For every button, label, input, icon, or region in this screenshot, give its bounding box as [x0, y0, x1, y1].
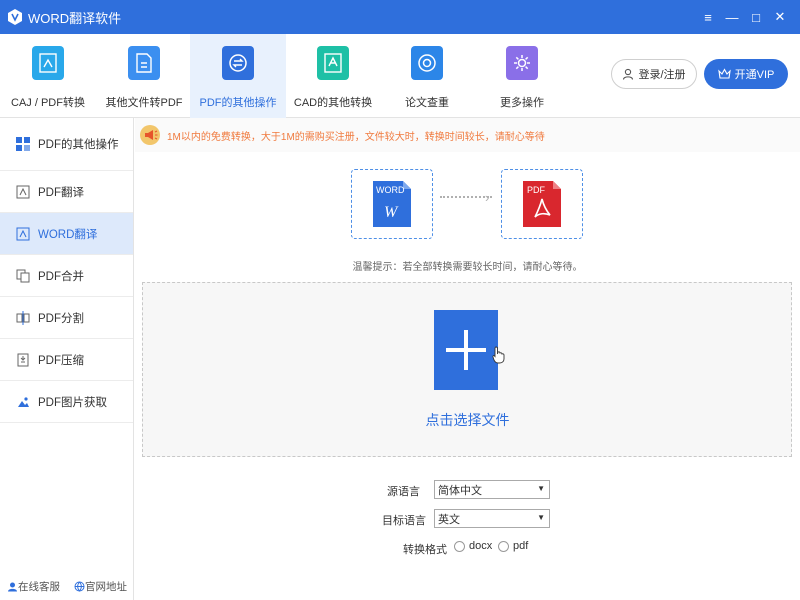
pdf-image-icon [16, 395, 30, 409]
tool-file-to-pdf[interactable]: 其他文件转PDF [96, 34, 192, 118]
hint-text: 温馨提示：若全部转换需要较长时间，请耐心等待。 [352, 262, 583, 273]
notice-text: 1M以内的免费转换，大于1M的需购买注册，文件较大时，转换时间较长，请耐心等待 [167, 131, 545, 143]
format-option-label: docx [469, 540, 493, 552]
target-language-select[interactable]: 英文 ▼ [434, 509, 550, 528]
title-bar: WORD翻译软件 ≡ — □ ✕ [0, 0, 800, 34]
user-icon [623, 68, 634, 80]
format-radio-docx[interactable]: docx [454, 540, 492, 552]
format-radio-pdf[interactable]: pdf [498, 540, 528, 552]
website-label: 官网地址 [85, 581, 127, 593]
word-file-icon: WORD W [373, 181, 411, 227]
sidebar-item-label: PDF翻译 [38, 186, 84, 199]
word-file-label: WORD [376, 185, 405, 195]
dropdown-arrow-icon: ▼ [537, 484, 545, 493]
tool-label: PDF的其他操作 [199, 97, 277, 109]
source-language-value: 简体中文 [438, 484, 482, 497]
crown-icon [717, 68, 731, 79]
tool-pdf-operations[interactable]: PDF的其他操作 [190, 34, 286, 118]
tool-caj-pdf[interactable]: CAJ / PDF转换 [0, 34, 96, 118]
sidebar-item-pdf-image[interactable]: PDF图片获取 [0, 381, 133, 423]
sidebar-item-pdf-split[interactable]: PDF分割 [0, 297, 133, 339]
sidebar-item-label: PDF分割 [38, 312, 84, 325]
radio-button [498, 540, 509, 552]
tool-label: 论文查重 [405, 97, 449, 109]
plus-icon [446, 330, 486, 370]
hand-cursor-icon [492, 346, 505, 364]
pdf-merge-icon [16, 269, 30, 283]
minimize-icon[interactable]: — [720, 10, 744, 25]
target-format-box: PDF [501, 169, 583, 239]
file-to-pdf-icon [128, 46, 160, 80]
sidebar-item-word-translate[interactable]: WORD翻译 [0, 213, 133, 255]
word-translate-icon [16, 227, 30, 241]
select-file-link[interactable]: 点击选择文件 [135, 410, 800, 430]
source-language-select[interactable]: 简体中文 ▼ [434, 480, 550, 499]
sidebar-item-label: PDF的其他操作 [38, 139, 119, 151]
pdf-file-label: PDF [527, 185, 546, 195]
pdf-translate-icon [16, 185, 30, 199]
source-format-box: WORD W [351, 169, 433, 239]
tool-label: 其他文件转PDF [105, 97, 183, 109]
target-language-label: 目标语言 [382, 515, 426, 527]
format-label: 转换格式 [403, 544, 447, 556]
close-icon[interactable]: ✕ [768, 9, 792, 25]
megaphone-icon [140, 125, 160, 145]
target-language-value: 英文 [438, 513, 460, 526]
tool-label: CAJ / PDF转换 [11, 97, 85, 109]
sidebar-item-label: PDF合并 [38, 270, 84, 283]
format-option-label: pdf [513, 540, 529, 552]
sidebar-item-pdf-compress[interactable]: PDF压缩 [0, 339, 133, 381]
app-logo-icon [8, 9, 22, 25]
globe-icon [74, 581, 85, 592]
radio-button [454, 540, 465, 552]
sidebar-item-label: PDF图片获取 [38, 396, 107, 409]
add-file-button[interactable] [434, 310, 505, 390]
vip-label: 开通VIP [734, 69, 775, 81]
sidebar-item-pdf-translate[interactable]: PDF翻译 [0, 171, 133, 213]
sidebar-footer: 在线客服 官网地址 [0, 579, 134, 594]
tool-cad-convert[interactable]: CAD的其他转换 [285, 34, 381, 118]
app-title: WORD翻译软件 [28, 10, 122, 26]
online-service-link[interactable]: 在线客服 [7, 579, 60, 594]
login-register-button[interactable]: 登录/注册 [611, 59, 697, 89]
caj-pdf-convert-icon [32, 46, 64, 80]
login-label: 登录/注册 [638, 69, 686, 81]
window-controls: ≡ — □ ✕ [696, 0, 792, 34]
headset-icon [8, 582, 17, 592]
pdf-compress-icon [16, 353, 30, 367]
menu-icon[interactable]: ≡ [696, 10, 720, 25]
word-file-letter: W [384, 204, 399, 221]
open-vip-button[interactable]: 开通VIP [704, 59, 788, 89]
source-language-label: 源语言 [387, 486, 420, 498]
paper-check-icon [411, 46, 443, 80]
cad-convert-icon [317, 46, 349, 80]
online-service-label: 在线客服 [18, 581, 60, 593]
notice-bar: 1M以内的免费转换，大于1M的需购买注册，文件较大时，转换时间较长，请耐心等待 [135, 118, 800, 152]
grid-icon [16, 137, 30, 151]
sidebar-item-label: WORD翻译 [38, 228, 98, 241]
chevron-right-icon: › [485, 190, 490, 205]
pdf-split-icon [16, 310, 30, 325]
sidebar-item-pdf-operations[interactable]: PDF的其他操作 [0, 118, 133, 171]
website-link[interactable]: 官网地址 [74, 579, 127, 594]
pdf-operations-icon [222, 46, 254, 80]
tool-paper-check[interactable]: 论文查重 [379, 34, 475, 118]
tool-more-operations[interactable]: 更多操作 [474, 34, 570, 118]
more-operations-icon [506, 46, 538, 80]
maximize-icon[interactable]: □ [744, 10, 768, 25]
sidebar-item-label: PDF压缩 [38, 354, 84, 367]
dropdown-arrow-icon: ▼ [537, 513, 545, 522]
tool-label: CAD的其他转换 [293, 97, 373, 109]
sidebar-item-pdf-merge[interactable]: PDF合并 [0, 255, 133, 297]
pdf-file-icon: PDF [523, 181, 561, 227]
sidebar: PDF的其他操作 PDF翻译 WORD翻译 PDF合并 PDF分割 PDF压缩 [0, 118, 134, 600]
tool-label: 更多操作 [500, 97, 544, 109]
